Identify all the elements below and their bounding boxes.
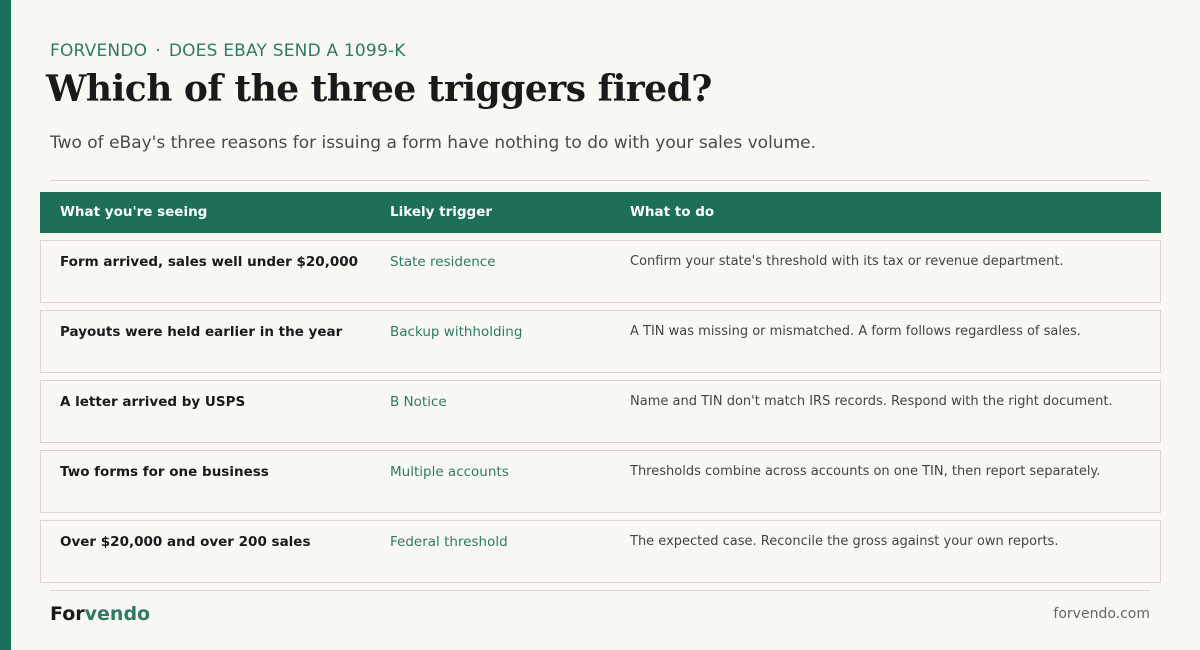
cell-trigger: State residence (390, 254, 496, 270)
column-header-trigger: Likely trigger (390, 204, 493, 220)
site-domain-link[interactable]: forvendo.com (1053, 606, 1150, 622)
table-header: What you're seeing Likely trigger What t… (40, 192, 1161, 233)
cell-trigger: Federal threshold (390, 534, 508, 550)
bottom-divider (50, 590, 1150, 591)
brand-logo-part-a: For (50, 603, 85, 625)
top-divider (50, 180, 1150, 181)
cell-trigger: Backup withholding (390, 324, 523, 340)
kicker: FORVENDO · DOES EBAY SEND A 1099-K (50, 41, 406, 61)
cell-todo: The expected case. Reconcile the gross a… (630, 534, 1059, 549)
column-header-todo: What to do (630, 204, 715, 220)
cell-trigger: B Notice (390, 394, 447, 410)
page-subtitle: Two of eBay's three reasons for issuing … (50, 133, 816, 153)
cell-todo: Thresholds combine across accounts on on… (630, 464, 1101, 479)
brand-logo[interactable]: Forvendo (50, 603, 150, 625)
kicker-brand: FORVENDO (50, 41, 148, 61)
cell-seeing: Payouts were held earlier in the year (60, 324, 343, 340)
cell-trigger: Multiple accounts (390, 464, 509, 480)
table-row: Over $20,000 and over 200 sales Federal … (40, 520, 1161, 583)
kicker-separator: · (155, 41, 161, 61)
kicker-topic: DOES EBAY SEND A 1099-K (168, 41, 406, 61)
cell-seeing: A letter arrived by USPS (60, 394, 246, 410)
table-row: Form arrived, sales well under $20,000 S… (40, 240, 1161, 303)
page-title: Which of the three triggers fired? (46, 68, 712, 110)
cell-seeing: Two forms for one business (60, 464, 269, 480)
table-row: A letter arrived by USPS B Notice Name a… (40, 380, 1161, 443)
cell-todo: Confirm your state's threshold with its … (630, 254, 1064, 269)
cell-todo: A TIN was missing or mismatched. A form … (630, 324, 1081, 339)
cell-seeing: Over $20,000 and over 200 sales (60, 534, 311, 550)
left-accent-bar (0, 0, 11, 650)
cell-todo: Name and TIN don't match IRS records. Re… (630, 394, 1113, 409)
brand-logo-part-b: vendo (84, 603, 151, 625)
column-header-seeing: What you're seeing (60, 204, 208, 220)
table-row: Two forms for one business Multiple acco… (40, 450, 1161, 513)
table-row: Payouts were held earlier in the year Ba… (40, 310, 1161, 373)
cell-seeing: Form arrived, sales well under $20,000 (60, 254, 359, 270)
